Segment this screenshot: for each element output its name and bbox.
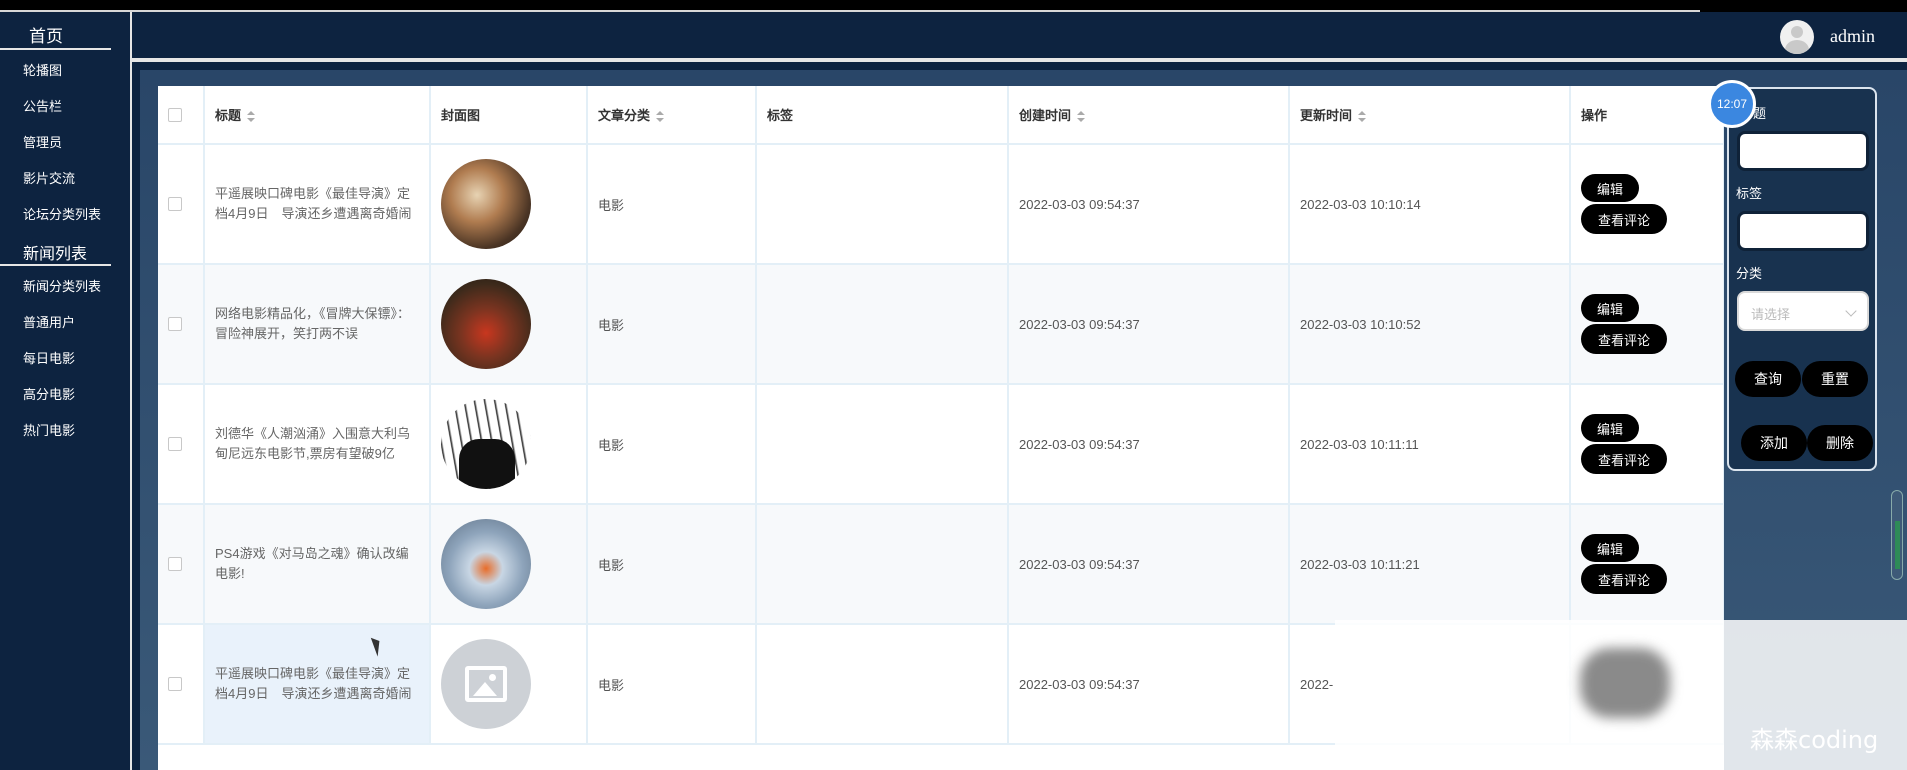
view-comments-button[interactable]: 查看评论 <box>1581 564 1667 594</box>
view-comments-button[interactable]: 查看评论 <box>1581 324 1667 354</box>
row-created: 2022-03-03 09:54:37 <box>1008 504 1290 625</box>
sort-icon[interactable] <box>1358 110 1367 123</box>
sidebar-item-daily-movie[interactable]: 每日电影 <box>0 348 130 367</box>
column-title[interactable]: 标题 <box>204 86 431 145</box>
avatar[interactable] <box>1780 20 1814 54</box>
select-all-checkbox[interactable] <box>168 107 182 122</box>
row-title: 平遥展映口碑电影《最佳导演》定档4月9日 导演还乡遭遇离奇婚闹 <box>215 666 412 701</box>
username[interactable]: admin <box>1830 26 1875 47</box>
table-row[interactable]: 刘德华《人潮汹涌》入围意大利乌甸尼远东电影节,票房有望破9亿 电影 2022-0… <box>158 384 1724 505</box>
row-tags <box>756 504 1009 625</box>
filter-panel: 题 标签 分类 请选择 查询 重置 添加 删除 <box>1727 87 1877 471</box>
sidebar-item-hot-movie[interactable]: 热门电影 <box>0 420 130 439</box>
column-category[interactable]: 文章分类 <box>587 86 757 145</box>
row-created: 2022-03-03 09:54:37 <box>1008 144 1290 265</box>
sidebar-item-top-rated[interactable]: 高分电影 <box>0 384 130 403</box>
row-updated: 2022-03-03 10:11:11 <box>1289 384 1571 505</box>
edit-button[interactable]: 编辑 <box>1581 294 1639 322</box>
row-title: PS4游戏《对马岛之魂》确认改编电影! <box>215 546 409 581</box>
row-checkbox[interactable] <box>168 557 182 571</box>
add-button[interactable]: 添加 <box>1741 425 1807 461</box>
row-title: 网络电影精品化，《冒牌大保镖》：冒险神展开，笑打两不误 <box>215 306 411 341</box>
window-title-bar <box>0 0 1907 12</box>
category-select[interactable]: 请选择 <box>1737 291 1869 331</box>
column-updated[interactable]: 更新时间 <box>1289 86 1571 145</box>
row-tags <box>756 624 1009 745</box>
sidebar-item-users[interactable]: 普通用户 <box>0 312 130 331</box>
row-tags <box>756 264 1009 385</box>
row-title: 刘德华《人潮汹涌》入围意大利乌甸尼远东电影节,票房有望破9亿 <box>215 426 411 461</box>
edit-button[interactable]: 编辑 <box>1581 534 1639 562</box>
sidebar-item-announcement[interactable]: 公告栏 <box>0 96 130 115</box>
category-filter-label: 分类 <box>1736 266 1763 281</box>
edit-button[interactable]: 编辑 <box>1581 174 1639 202</box>
sort-icon[interactable] <box>1077 110 1086 123</box>
row-tags <box>756 384 1009 505</box>
cover-image <box>441 399 531 489</box>
table-row[interactable]: 平遥展映口碑电影《最佳导演》定档4月9日 导演还乡遭遇离奇婚闹 电影 2022-… <box>158 144 1724 265</box>
sidebar-item-forum-category[interactable]: 论坛分类列表 <box>0 204 130 223</box>
column-actions: 操作 <box>1570 86 1724 145</box>
sidebar-item-news-category[interactable]: 新闻分类列表 <box>0 276 130 295</box>
row-created: 2022-03-03 09:54:37 <box>1008 624 1290 745</box>
reset-button[interactable]: 重置 <box>1802 361 1868 397</box>
cover-image <box>441 159 531 249</box>
cover-image <box>441 519 531 609</box>
row-category: 电影 <box>587 384 757 505</box>
view-comments-button[interactable]: 查看评论 <box>1581 204 1667 234</box>
sidebar-item-film-exchange[interactable]: 影片交流 <box>0 168 130 187</box>
row-updated: 2022-03-03 10:10:14 <box>1289 144 1571 265</box>
row-checkbox[interactable] <box>168 317 182 331</box>
delete-button[interactable]: 删除 <box>1807 425 1873 461</box>
row-checkbox[interactable] <box>168 437 182 451</box>
row-category: 电影 <box>587 264 757 385</box>
column-tags: 标签 <box>756 86 1009 145</box>
search-button[interactable]: 查询 <box>1735 361 1801 397</box>
tags-filter-input[interactable] <box>1737 211 1869 251</box>
sort-icon[interactable] <box>656 110 665 123</box>
row-checkbox[interactable] <box>168 197 182 211</box>
row-updated: 2022-03-03 10:10:52 <box>1289 264 1571 385</box>
row-created: 2022-03-03 09:54:37 <box>1008 384 1290 505</box>
row-checkbox[interactable] <box>168 677 182 691</box>
sidebar-item-home[interactable]: 首页 <box>0 22 130 47</box>
header-bar <box>132 12 1907 62</box>
row-category: 电影 <box>587 624 757 745</box>
sidebar: 首页 轮播图 公告栏 管理员 影片交流 论坛分类列表 新闻列表 新闻分类列表 普… <box>0 12 132 770</box>
select-all-cell <box>158 86 205 145</box>
row-title: 平遥展映口碑电影《最佳导演》定档4月9日 导演还乡遭遇离奇婚闹 <box>215 186 412 221</box>
chevron-down-icon <box>1845 305 1857 317</box>
row-category: 电影 <box>587 504 757 625</box>
watermark: 森森coding <box>1750 726 1879 754</box>
edit-button[interactable]: 编辑 <box>1581 414 1639 442</box>
table-row[interactable]: PS4游戏《对马岛之魂》确认改编电影! 电影 2022-03-03 09:54:… <box>158 504 1724 625</box>
row-category: 电影 <box>587 144 757 265</box>
sidebar-item-admin[interactable]: 管理员 <box>0 132 130 151</box>
sort-icon[interactable] <box>247 110 256 123</box>
column-created[interactable]: 创建时间 <box>1008 86 1290 145</box>
blurred-button <box>1580 648 1670 718</box>
row-created: 2022-03-03 09:54:37 <box>1008 264 1290 385</box>
sidebar-group-news[interactable]: 新闻列表 <box>0 240 130 264</box>
image-placeholder-icon <box>441 639 531 729</box>
sidebar-divider <box>0 264 111 266</box>
tags-filter-label: 标签 <box>1736 186 1763 201</box>
row-tags <box>756 144 1009 265</box>
cover-image <box>441 279 531 369</box>
title-filter-input[interactable] <box>1737 131 1869 171</box>
table-row[interactable]: 网络电影精品化，《冒牌大保镖》：冒险神展开，笑打两不误 电影 2022-03-0… <box>158 264 1724 385</box>
sidebar-divider <box>0 48 111 50</box>
scrollbar[interactable] <box>1891 490 1903 580</box>
view-comments-button[interactable]: 查看评论 <box>1581 444 1667 474</box>
clock-badge: 12:07 <box>1708 80 1756 128</box>
sidebar-item-carousel[interactable]: 轮播图 <box>0 60 130 79</box>
row-updated: 2022-03-03 10:11:21 <box>1289 504 1571 625</box>
column-cover: 封面图 <box>430 86 588 145</box>
